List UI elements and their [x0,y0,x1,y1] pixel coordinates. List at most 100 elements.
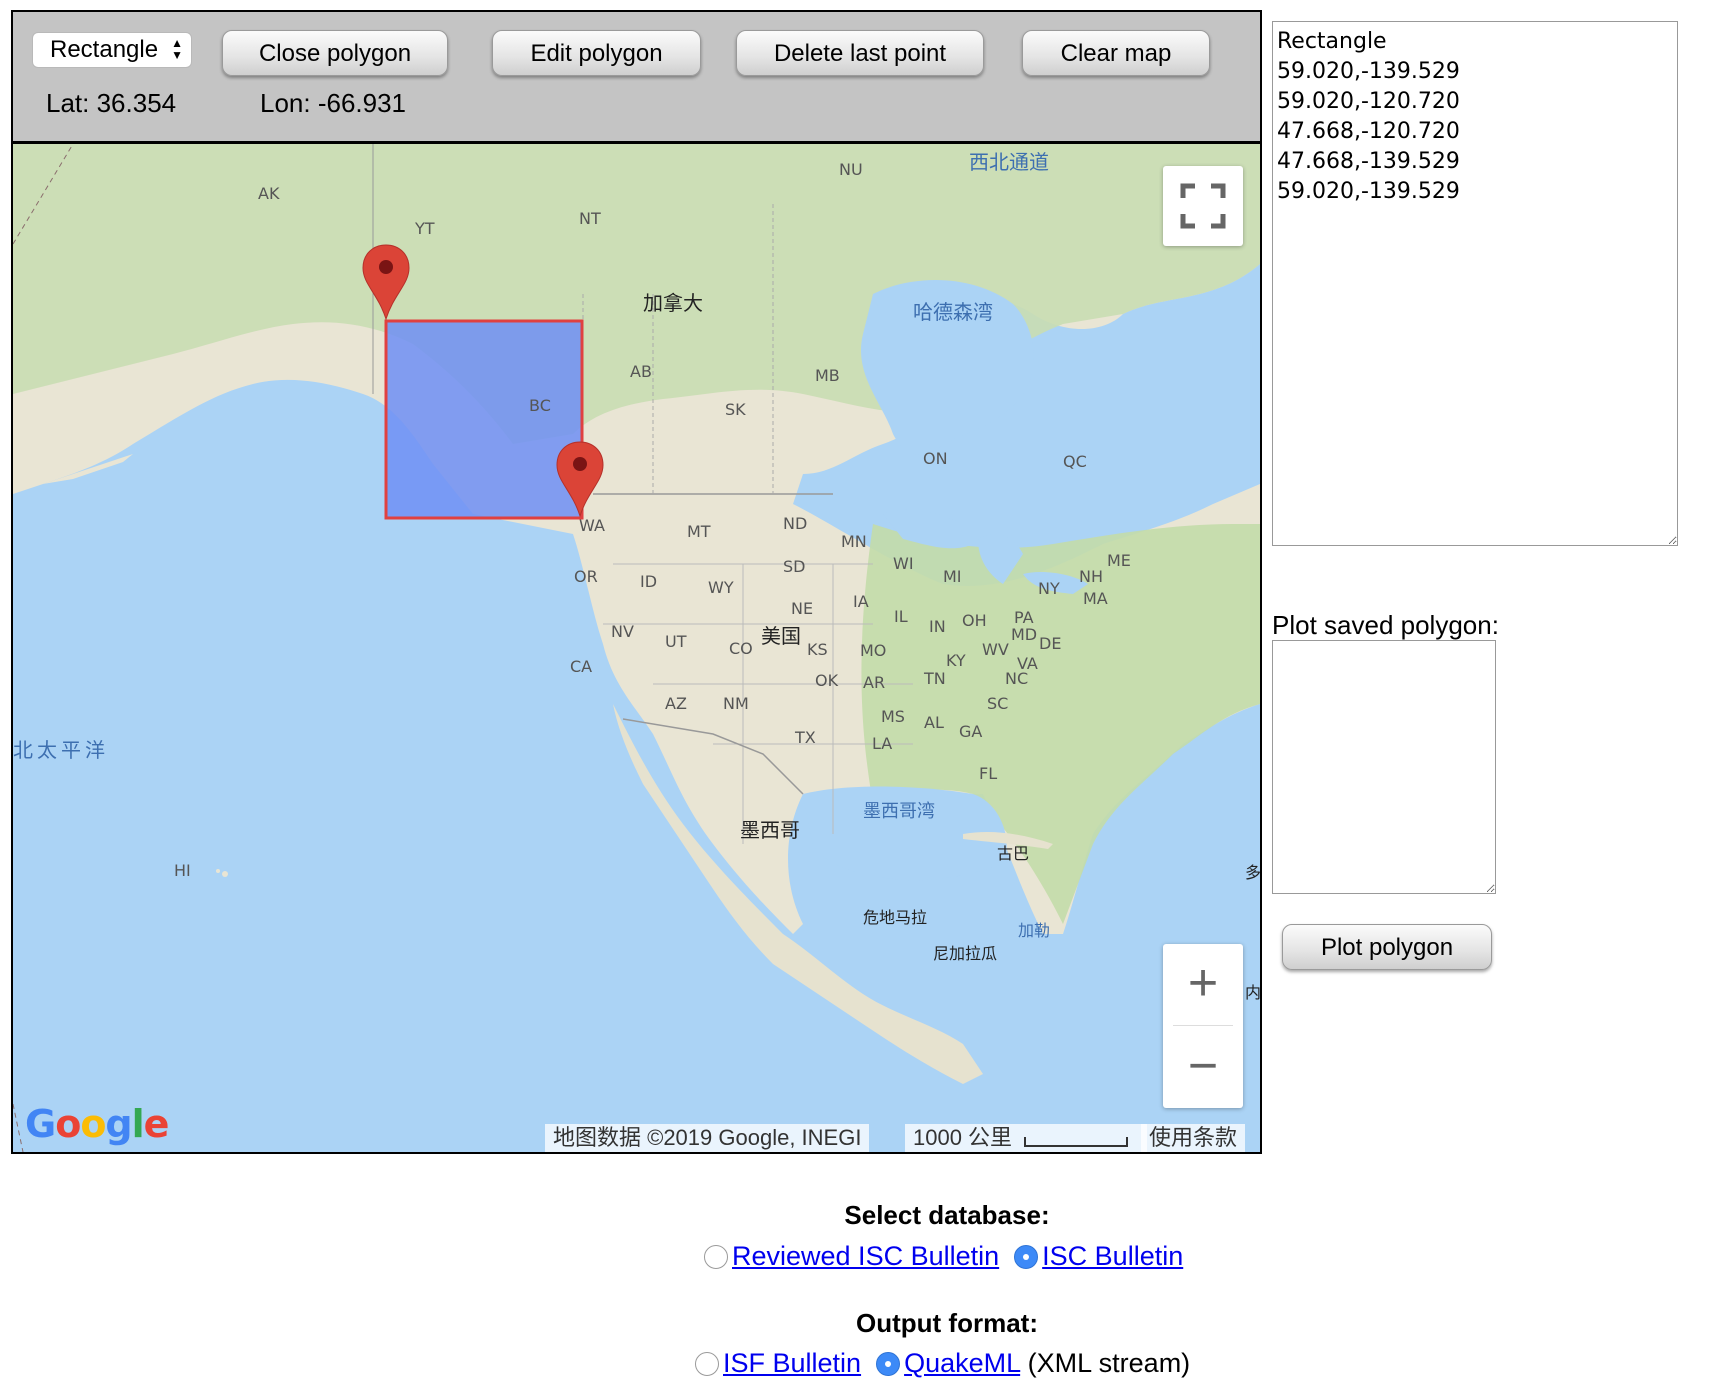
map-scale-label: 1000 公里 [913,1125,1013,1150]
map-label: ID [640,572,658,591]
polygon-coordinates-textarea[interactable] [1272,21,1678,546]
map-label: AB [630,362,652,381]
quakeml-link[interactable]: QuakeML [904,1348,1020,1378]
map-label: WV [982,640,1009,659]
map-label: IA [853,592,869,611]
longitude-readout: Lon: -66.931 [260,88,407,118]
map-label: LA [872,734,893,753]
map-label: NT [579,209,601,228]
isc-bulletin-link[interactable]: ISC Bulletin [1042,1241,1183,1271]
map-toolbar: Rectangle ▲ ▼ Close polygon Edit polygon … [13,12,1260,144]
database-options: Reviewed ISC Bulletin ISC Bulletin [704,1241,1183,1272]
database-radio-reviewed[interactable] [704,1245,728,1269]
map-label: AR [863,673,886,692]
map-label: 西北通道 [969,150,1049,174]
map-label: WI [893,554,914,573]
terms-link[interactable]: 使用条款 [1141,1124,1246,1152]
hawaii-island [216,869,220,873]
selection-rectangle [384,319,584,520]
zoom-out-button[interactable]: − [1163,1027,1243,1108]
map-label: MD [1011,625,1038,644]
map-label: NU [839,160,863,179]
plot-polygon-button[interactable]: Plot polygon [1282,924,1492,970]
map-label: 墨西哥 [740,818,800,842]
output-format-options: ISF Bulletin QuakeML (XML stream) [695,1348,1190,1379]
map-label: OK [815,671,839,690]
map-label: TX [795,728,816,747]
saved-polygon-textarea[interactable] [1272,640,1496,894]
latitude-readout: Lat: 36.354 [46,88,177,118]
map-label: ON [923,449,948,468]
map-label: AL [924,713,944,732]
fullscreen-icon [1180,183,1226,229]
map-label: MS [881,707,905,726]
edit-polygon-button[interactable]: Edit polygon [492,30,701,76]
fullscreen-button[interactable] [1163,166,1243,246]
map-label: MB [815,366,840,385]
map-label: WA [579,516,605,535]
map-label: NH [1079,567,1103,586]
map-label: ND [783,514,808,533]
map-basemap [13,144,1260,1152]
map-label: 美国 [761,624,801,648]
map-label: IL [894,607,908,626]
map-label: NC [1005,669,1029,688]
database-radio-isc[interactable] [1014,1245,1039,1269]
plot-saved-polygon-label: Plot saved polygon: [1272,610,1499,640]
map-label: 墨西哥湾 [863,801,935,822]
shape-select[interactable]: Rectangle ▲ ▼ [32,32,192,68]
hawaii-island [222,871,228,877]
google-logo: Google [25,1102,169,1146]
map-label: DE [1039,634,1062,653]
map-label: FL [979,764,998,783]
zoom-divider [1173,1025,1233,1026]
map-label: OH [962,611,987,630]
map-label: ME [1107,551,1131,570]
map-label: UT [665,632,687,651]
isf-bulletin-link[interactable]: ISF Bulletin [723,1348,861,1378]
map-label: 哈德森湾 [913,300,993,324]
map-label: KS [807,640,828,659]
map-label: AK [258,184,280,203]
map-label: AZ [665,694,687,713]
map-label: CO [729,639,753,658]
map-label: MN [841,532,867,551]
map-panel: Rectangle ▲ ▼ Close polygon Edit polygon … [11,10,1262,1154]
map-attribution[interactable]: 地图数据 ©2019 Google, INEGI [545,1124,870,1152]
map-label: SD [783,557,806,576]
map-label: NY [1038,579,1060,598]
map-label: SC [987,694,1009,713]
map-label: TN [924,669,946,688]
map-label: NV [611,622,634,641]
map-label: GA [959,722,983,741]
map-label: MO [860,641,887,660]
delete-last-point-button[interactable]: Delete last point [736,30,984,76]
output-radio-isf[interactable] [695,1352,719,1376]
map-canvas[interactable]: AK YT NT NU 西北通道 加拿大 哈德森湾 AB BC MB SK ON… [13,144,1260,1152]
map-label: 尼加拉瓜 [933,944,998,963]
map-label: NM [723,694,749,713]
map-label: SK [725,400,746,419]
map-label: 多 [1245,863,1260,882]
output-radio-quakeml[interactable] [876,1352,901,1376]
map-label: KY [946,651,966,670]
map-label: 危地马拉 [863,908,928,927]
reviewed-isc-bulletin-link[interactable]: Reviewed ISC Bulletin [732,1241,999,1271]
map-label: 内 [1245,983,1260,1002]
map-label: YT [415,219,435,238]
map-label: MA [1083,589,1108,608]
close-polygon-button[interactable]: Close polygon [222,30,448,76]
zoom-control: + − [1163,944,1243,1108]
shape-select-value: Rectangle [50,36,159,63]
map-label: 加勒 [1018,921,1051,940]
map-label: NE [791,599,814,618]
map-label: OR [574,567,598,586]
zoom-in-button[interactable]: + [1163,944,1243,1025]
map-label: BC [529,396,551,415]
map-label: QC [1063,452,1087,471]
xml-stream-note: (XML stream) [1027,1348,1191,1378]
map-label: 加拿大 [643,291,703,315]
map-label: IN [929,617,946,636]
map-scale: 1000 公里 [905,1124,1147,1152]
clear-map-button[interactable]: Clear map [1022,30,1210,76]
